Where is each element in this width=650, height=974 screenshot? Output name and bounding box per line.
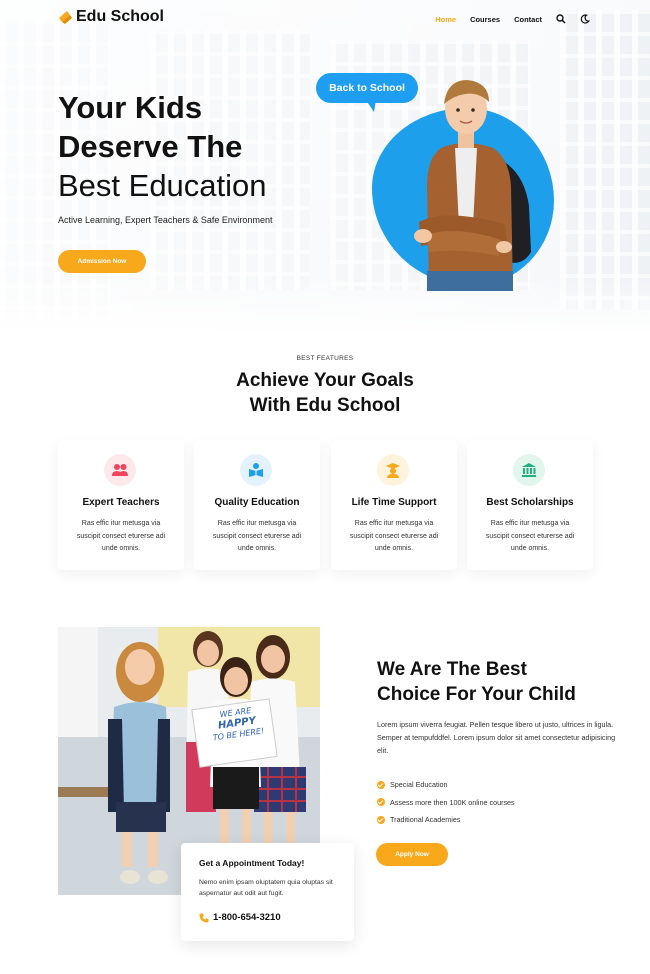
dark-mode-icon[interactable] xyxy=(580,14,590,24)
apply-now-button[interactable]: Apply Now xyxy=(376,843,448,866)
appointment-text: Nemo enim ipsam oluptatem quia oluptas s… xyxy=(199,879,333,897)
checklist-item: Special Education xyxy=(377,776,515,794)
feature-card[interactable]: Expert Teachers Ras effic itur metusga v… xyxy=(58,440,184,570)
institution-icon xyxy=(522,463,536,477)
check-icon xyxy=(377,798,385,807)
brand-logo[interactable]: Edu School xyxy=(58,8,164,26)
graduate-icon xyxy=(386,463,400,478)
feature-card-title: Best Scholarships xyxy=(486,497,574,508)
brand-name: Edu School xyxy=(76,8,164,25)
nav-link-courses[interactable]: Courses xyxy=(470,15,500,24)
feature-card-title: Life Time Support xyxy=(351,497,437,508)
feature-card-title: Quality Education xyxy=(214,497,300,508)
admission-button[interactable]: Admission Now xyxy=(58,250,146,273)
phone-icon xyxy=(199,913,209,922)
badge-tail xyxy=(366,100,376,112)
icon-circle xyxy=(240,454,272,486)
feature-card-title: Expert Teachers xyxy=(82,497,160,508)
hero-boy-image xyxy=(414,80,531,291)
hero-title-line: Deserve The xyxy=(58,129,243,164)
hero-title-line: Best Education xyxy=(58,168,267,203)
about-text: Lorem ipsum viverra feugiat. Pellen tesq… xyxy=(377,720,616,755)
checklist-label: Assess more then 100K online courses xyxy=(390,797,515,807)
feature-card-text: Ras effic itur metusga via suscipit cons… xyxy=(485,520,575,552)
nav-link-contact[interactable]: Contact xyxy=(514,15,542,24)
feature-card[interactable]: Life Time Support Ras effic itur metusga… xyxy=(331,440,457,570)
checklist-item: Assess more then 100K online courses xyxy=(377,794,515,812)
nav-link-home[interactable]: Home xyxy=(435,15,456,24)
check-icon xyxy=(377,780,385,789)
hero-subtitle: Active Learning, Expert Teachers & Safe … xyxy=(58,215,273,225)
features-title-line: Achieve Your Goals xyxy=(236,370,414,391)
feature-card[interactable]: Best Scholarships Ras effic itur metusga… xyxy=(467,440,593,570)
icon-circle xyxy=(513,454,545,486)
icon-circle xyxy=(104,454,136,486)
appointment-phone[interactable]: 1-800-654-3210 xyxy=(199,912,281,923)
about-title: We Are The Best Choice For Your Child xyxy=(377,657,576,707)
appointment-title: Get a Appointment Today! xyxy=(199,858,305,868)
hero-fade-bottom xyxy=(0,275,650,335)
feature-card-text: Ras effic itur metusga via suscipit cons… xyxy=(349,520,439,552)
search-icon[interactable] xyxy=(556,14,566,24)
appointment-card: Get a Appointment Today! Nemo enim ipsam… xyxy=(181,843,354,941)
graduation-cap-icon xyxy=(59,11,72,24)
checklist-label: Traditional Academies xyxy=(390,815,461,825)
teachers-icon xyxy=(112,464,128,476)
features-title: Achieve Your Goals With Edu School xyxy=(0,368,650,418)
feature-checklist: Special Education Assess more then 100K … xyxy=(377,776,515,829)
icon-circle xyxy=(377,454,409,486)
back-to-school-badge: Back to School xyxy=(316,73,418,103)
checklist-item: Traditional Academies xyxy=(377,811,515,829)
about-title-line: We Are The Best xyxy=(377,659,527,680)
book-icon xyxy=(249,463,263,477)
feature-card-text: Ras effic itur metusga via suscipit cons… xyxy=(76,520,166,552)
checklist-label: Special Education xyxy=(390,780,448,790)
check-icon xyxy=(377,815,385,824)
hero-title: Your Kids Deserve The Best Education xyxy=(58,88,267,205)
feature-card-text: Ras effic itur metusga via suscipit cons… xyxy=(212,520,302,552)
nav-links: Home Courses Contact xyxy=(435,14,590,24)
features-label: BEST FEATURES xyxy=(296,355,354,362)
features-title-line: With Edu School xyxy=(249,395,401,416)
about-title-line: Choice For Your Child xyxy=(377,684,576,705)
phone-number: 1-800-654-3210 xyxy=(213,912,281,923)
hero-title-line: Your Kids xyxy=(58,90,203,125)
feature-card[interactable]: Quality Education Ras effic itur metusga… xyxy=(194,440,320,570)
top-navigation: Edu School Home Courses Contact xyxy=(0,0,650,40)
